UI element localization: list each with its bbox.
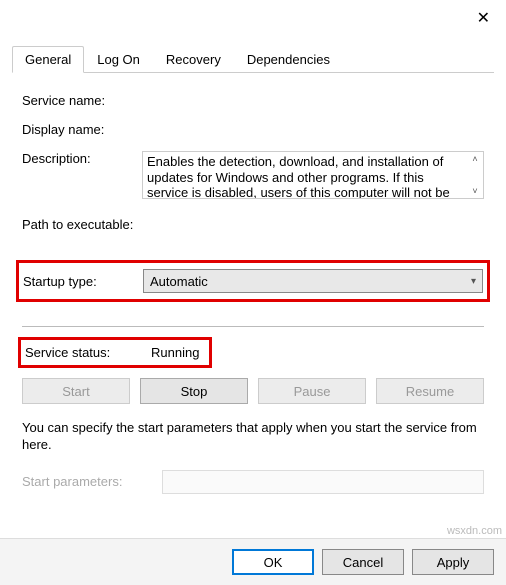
scroll-down-icon[interactable]: ˅ <box>472 186 477 196</box>
description-label: Description: <box>22 151 142 166</box>
startup-type-value: Automatic <box>150 274 208 289</box>
apply-button[interactable]: Apply <box>412 549 494 575</box>
startup-type-label: Startup type: <box>23 274 143 289</box>
pause-button: Pause <box>258 378 366 404</box>
start-button: Start <box>22 378 130 404</box>
divider <box>22 326 484 327</box>
display-name-label: Display name: <box>22 122 142 137</box>
scroll-up-icon[interactable]: ˄ <box>472 154 477 164</box>
tab-strip: General Log On Recovery Dependencies <box>12 46 494 73</box>
service-status-highlight: Service status: Running <box>18 337 212 368</box>
titlebar: ✕ <box>0 0 506 36</box>
description-box: Enables the detection, download, and ins… <box>142 151 484 199</box>
service-status-value: Running <box>151 345 199 360</box>
stop-button[interactable]: Stop <box>140 378 248 404</box>
ok-button[interactable]: OK <box>232 549 314 575</box>
path-label: Path to executable: <box>22 217 133 232</box>
cancel-button[interactable]: Cancel <box>322 549 404 575</box>
tab-content-general: Service name: Display name: Description:… <box>12 73 494 504</box>
description-text: Enables the detection, download, and ins… <box>143 152 467 198</box>
start-params-note: You can specify the start parameters tha… <box>22 420 484 454</box>
dialog-footer: OK Cancel Apply <box>0 538 506 585</box>
tab-general[interactable]: General <box>12 46 84 73</box>
dialog-body: General Log On Recovery Dependencies Ser… <box>0 46 506 516</box>
tab-log-on[interactable]: Log On <box>84 46 153 72</box>
service-status-label: Service status: <box>21 345 151 360</box>
description-scrollbar[interactable]: ˄ ˅ <box>467 152 483 198</box>
resume-button: Resume <box>376 378 484 404</box>
tab-dependencies[interactable]: Dependencies <box>234 46 343 72</box>
service-name-label: Service name: <box>22 93 142 108</box>
service-properties-dialog: ✕ General Log On Recovery Dependencies S… <box>0 0 506 585</box>
tab-recovery[interactable]: Recovery <box>153 46 234 72</box>
close-icon[interactable]: ✕ <box>477 8 490 28</box>
start-params-label: Start parameters: <box>22 474 162 489</box>
watermark: wsxdn.com <box>447 525 502 537</box>
startup-type-select[interactable]: Automatic ▾ <box>143 269 483 293</box>
startup-type-highlight: Startup type: Automatic ▾ <box>16 260 490 302</box>
chevron-down-icon: ▾ <box>471 276 476 287</box>
start-params-input <box>162 470 484 494</box>
service-control-buttons: Start Stop Pause Resume <box>22 378 484 404</box>
